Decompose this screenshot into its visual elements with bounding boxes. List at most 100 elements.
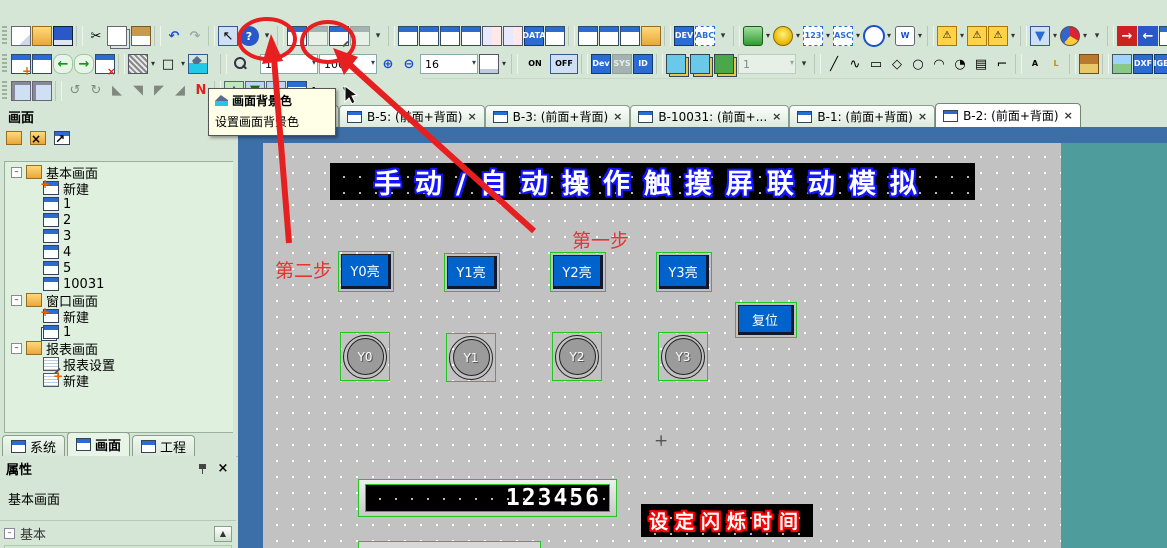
reset-button-object[interactable]: 复位 [735,302,797,338]
rectangle-tool[interactable]: ▭ [866,54,886,74]
fill-pattern-button[interactable] [128,54,148,74]
state-on-button[interactable]: ON [521,54,549,74]
scroll-up-button[interactable]: ▲ [214,526,232,542]
tile-windows-button[interactable] [599,26,619,46]
toolbar-overflow-button[interactable] [260,26,274,46]
paste-button[interactable] [131,26,151,46]
partial-bottom-object[interactable] [358,541,541,548]
flash-time-label-object[interactable]: 设定闪烁时间 [641,504,813,537]
tree-screen-1[interactable]: 1 [5,196,233,212]
menu-window[interactable] [220,9,242,13]
screen-protect-button[interactable] [350,26,370,46]
tag-book-button[interactable] [503,26,523,46]
lamp-part-button[interactable] [773,26,793,46]
zoom-out-button[interactable]: ⊖ [399,54,419,74]
close-icon[interactable]: × [772,110,781,123]
menu-help[interactable] [242,9,264,13]
open-screen-folder-button[interactable] [6,131,22,145]
state-combo[interactable]: 1 [260,54,318,74]
screen-properties-button[interactable] [329,26,349,46]
expander-icon[interactable] [4,528,15,539]
zoom-level-combo[interactable]: 100% [319,54,377,74]
cut-button[interactable]: ✂ [86,26,106,46]
close-icon[interactable]: × [467,110,476,123]
side-tab-screen[interactable]: 画面 [67,432,130,456]
rotate-left-button[interactable]: ↺ [65,81,85,101]
expander-icon[interactable] [11,343,22,354]
jump-screen-button[interactable]: ↗ [54,131,70,145]
close-screen-button[interactable] [95,54,115,74]
tree-window-new[interactable]: 新建 [5,308,233,324]
mirror-left-button[interactable]: ◤ [149,81,169,101]
rotate-right-button[interactable]: ↻ [86,81,106,101]
undo-button[interactable]: ↶ [164,26,184,46]
y0-button-object[interactable]: Y0亮 [338,251,394,292]
tab-b3[interactable]: B-3: (前面+背面) × [485,105,631,127]
clean-tool[interactable] [1079,54,1099,74]
delete-screen-button[interactable]: × [30,131,46,145]
text-tool[interactable]: A [1025,54,1045,74]
abc-monitor-button[interactable]: ABC [695,26,715,46]
redo-button[interactable]: ↷ [185,26,205,46]
copy-button[interactable] [107,26,127,46]
tab-b10031[interactable]: B-10031: (前面+... × [630,105,789,127]
tree-screen-3[interactable]: 3 [5,228,233,244]
verify-screen-button[interactable] [1159,26,1167,46]
save-window-button[interactable] [620,26,640,46]
tree-window-1[interactable]: 1 [5,324,233,340]
keyboard-button[interactable] [479,54,499,74]
numeric-display-object[interactable]: 123456 [358,479,617,517]
toolbar-drag-handle[interactable] [2,54,7,74]
clock-part-button[interactable] [863,25,885,47]
pipe-tool[interactable]: ⌐ [992,54,1012,74]
prev-screen-button[interactable]: ← [53,54,73,74]
layer-all-button[interactable] [714,54,734,74]
toolbar-overflow-button[interactable] [716,26,730,46]
tab-b1[interactable]: B-1: (前面+背面) × [789,105,935,127]
zoom-tool-button[interactable] [230,54,250,74]
copy-window-button[interactable] [398,26,418,46]
close-icon[interactable]: × [1064,109,1073,122]
tab-b2[interactable]: B-2: (前面+背面) × [935,103,1081,127]
scale-tool[interactable]: ▤ [971,54,991,74]
toolbar-overflow-button[interactable] [338,81,352,101]
screen-unlock-button[interactable] [308,26,328,46]
menu-common-settings[interactable] [110,9,132,13]
side-tab-project[interactable]: 工程 [132,435,195,456]
screen-info-button[interactable] [461,26,481,46]
y3-button-object[interactable]: Y3亮 [656,252,712,292]
font-size-combo[interactable]: 16 [420,54,478,74]
arc-tool[interactable]: ◠ [929,54,949,74]
filter-part-button[interactable]: ▼ [1030,26,1050,46]
open-file-button[interactable] [32,26,52,46]
address-book-button[interactable] [482,26,502,46]
menu-project[interactable] [0,9,22,13]
ascii-display-button[interactable]: ASC [833,26,853,46]
cascade-windows-button[interactable] [578,26,598,46]
close-icon[interactable]: × [918,110,927,123]
export-button[interactable]: ← [1138,26,1158,46]
toolbar-overflow-button[interactable] [797,54,811,74]
chart-part-button[interactable] [1060,26,1080,46]
tree-screen-4[interactable]: 4 [5,244,233,260]
help-button[interactable]: ? [239,26,259,46]
y1-lamp-object[interactable]: Y1 [446,333,496,382]
open-screen-button[interactable] [32,54,52,74]
group-button[interactable] [11,81,31,101]
alarm-history-button[interactable]: ⚠ [937,26,957,46]
new-screen-button[interactable] [11,54,31,74]
state-off-button[interactable]: OFF [550,54,578,74]
y3-lamp-object[interactable]: Y3 [658,332,708,381]
toolbar-overflow-button[interactable] [371,26,385,46]
select-tool-button[interactable]: ↖ [218,26,238,46]
import-button[interactable]: → [1117,26,1137,46]
dev-badge-button[interactable]: Dev [591,54,611,74]
sysdev-badge-button[interactable]: SYS [612,54,632,74]
mirror-right-button[interactable]: ◢ [170,81,190,101]
toolbar-overflow-button[interactable] [1090,26,1104,46]
corner-tool[interactable]: L [1046,54,1066,74]
toolbar-drag-handle[interactable] [2,26,7,46]
title-banner-object[interactable]: 手动/自动操作触摸屏联动模拟 [330,163,975,200]
menu-screen[interactable] [88,9,110,13]
close-icon[interactable]: × [216,462,230,476]
